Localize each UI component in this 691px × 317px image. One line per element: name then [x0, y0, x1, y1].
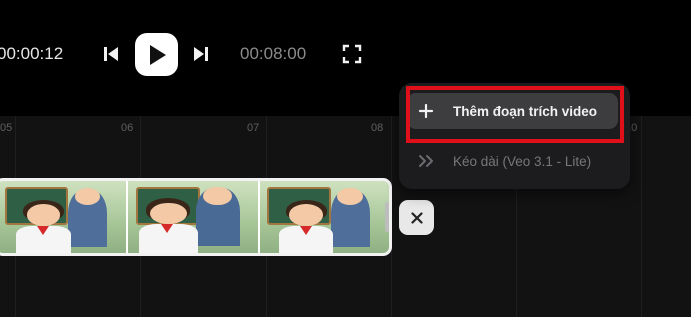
- total-time: 00:08:00: [240, 44, 307, 63]
- current-time: 00:00:12: [0, 44, 64, 63]
- add-clip-menu-item[interactable]: Thêm đoạn trích video: [407, 93, 618, 129]
- double-chevron-right-icon: [416, 151, 436, 171]
- clip-thumbnail: [0, 181, 127, 253]
- ruler-tick: 07: [247, 122, 260, 134]
- play-button[interactable]: [135, 33, 178, 76]
- close-icon: [410, 211, 423, 224]
- timeline-gridline: [641, 116, 642, 317]
- plus-icon: [416, 101, 436, 121]
- video-clip[interactable]: [0, 178, 392, 256]
- skip-next-icon: [194, 47, 208, 61]
- add-clip-label: Thêm đoạn trích video: [453, 103, 598, 119]
- extend-menu-item[interactable]: Kéo dài (Veo 3.1 - Lite): [407, 143, 618, 179]
- play-icon: [149, 44, 166, 65]
- fullscreen-button[interactable]: [340, 42, 364, 66]
- extend-label: Kéo dài (Veo 3.1 - Lite): [453, 153, 592, 169]
- skip-previous-button[interactable]: [101, 43, 121, 65]
- ruler-tick: 06: [121, 122, 134, 134]
- clip-actions-menu: Thêm đoạn trích video Kéo dài (Veo 3.1 -…: [399, 83, 630, 189]
- skip-previous-icon: [104, 47, 118, 61]
- fullscreen-icon: [342, 44, 362, 64]
- skip-next-button[interactable]: [191, 43, 211, 65]
- clip-thumbnail: [259, 181, 389, 253]
- ruler-tick: 05: [0, 122, 13, 134]
- ruler-tick: 08: [371, 122, 384, 134]
- remove-clip-button[interactable]: [399, 200, 434, 235]
- clip-thumbnail: [128, 181, 258, 253]
- clip-trim-handle[interactable]: [385, 202, 389, 232]
